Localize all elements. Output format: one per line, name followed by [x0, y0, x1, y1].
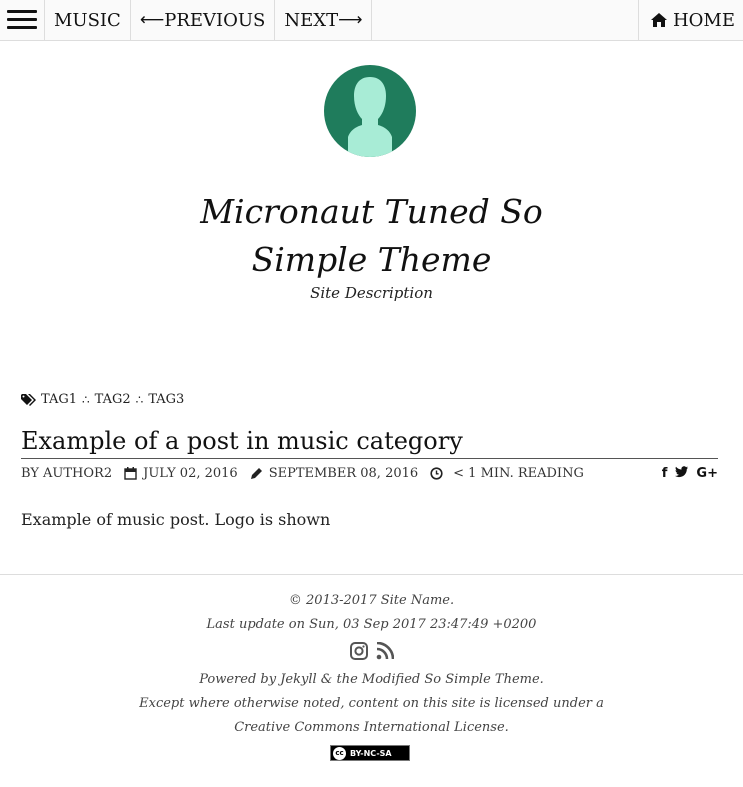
- creative-commons-icon: cc: [333, 746, 346, 760]
- home-icon: [650, 13, 667, 27]
- post-author[interactable]: BY AUTHOR2: [21, 466, 112, 481]
- footer-license-line2[interactable]: Creative Commons International License.: [0, 720, 743, 735]
- footer-divider: [0, 574, 743, 575]
- reading-label: < 1 MIN. READING: [453, 466, 584, 481]
- tag-link[interactable]: TAG2: [95, 392, 131, 407]
- post-reading-time: < 1 MIN. READING: [430, 466, 584, 481]
- tag-link[interactable]: TAG3: [148, 392, 184, 407]
- post-title[interactable]: Example of a post in music category: [21, 427, 718, 459]
- site-title[interactable]: Micronaut Tuned So Simple Theme: [0, 188, 743, 284]
- previous-label: PREVIOUS: [164, 9, 266, 31]
- site-logo-avatar[interactable]: [324, 65, 416, 157]
- person-silhouette-icon: [348, 77, 392, 157]
- hamburger-icon: [7, 10, 37, 30]
- instagram-icon[interactable]: [349, 642, 368, 660]
- home-link[interactable]: HOME: [637, 0, 743, 40]
- post-tags: TAG1 ∴ TAG2 ∴ TAG3: [21, 392, 184, 407]
- tag-separator: ∴: [82, 392, 90, 407]
- cc-license-badge[interactable]: cc BY-NC-SA: [330, 745, 410, 761]
- updated-label: SEPTEMBER 08, 2016: [268, 466, 419, 481]
- site-title-line1: Micronaut Tuned So: [200, 192, 543, 231]
- badge-text: BY-NC-SA: [350, 748, 392, 758]
- footer-last-update: Last update on Sun, 03 Sep 2017 23:47:49…: [206, 617, 537, 632]
- clock-icon: [430, 467, 443, 480]
- tags-icon: [21, 393, 36, 406]
- site-description: Site Description: [310, 284, 433, 302]
- post-published-date: JULY 02, 2016: [124, 466, 238, 481]
- category-link[interactable]: MUSIC: [45, 0, 131, 40]
- next-label: NEXT: [284, 9, 339, 31]
- next-link[interactable]: NEXT ⟶: [275, 0, 373, 40]
- footer-license-line1: Except where otherwise noted, content on…: [139, 696, 604, 711]
- site-title-line2: Simple Theme: [251, 240, 492, 279]
- tag-link[interactable]: TAG1: [41, 392, 77, 407]
- post-meta: BY AUTHOR2 JULY 02, 2016 SEPTEMBER 08, 2…: [21, 466, 718, 481]
- rss-icon[interactable]: [376, 642, 394, 660]
- post-updated-date: SEPTEMBER 08, 2016: [250, 466, 418, 481]
- social-links: [0, 642, 743, 660]
- twitter-icon[interactable]: [675, 466, 689, 478]
- calendar-icon: [124, 467, 137, 480]
- share-links: f G+: [662, 466, 718, 481]
- top-navigation: MUSIC ⟵ PREVIOUS NEXT ⟶ HOME: [0, 0, 743, 41]
- pencil-icon: [250, 468, 262, 479]
- tag-separator: ∴: [135, 392, 144, 407]
- facebook-icon[interactable]: f: [662, 466, 668, 481]
- menu-button[interactable]: [0, 0, 45, 40]
- arrow-right-icon: ⟶: [338, 10, 363, 30]
- published-label: JULY 02, 2016: [143, 466, 238, 481]
- footer-powered-by[interactable]: Powered by Jekyll & the Modified So Simp…: [0, 672, 743, 687]
- home-label: HOME: [672, 9, 735, 31]
- post-body: Example of music post. Logo is shown: [21, 510, 331, 529]
- footer-copyright: © 2013-2017 Site Name.: [288, 593, 455, 608]
- google-plus-icon[interactable]: G+: [696, 466, 718, 481]
- arrow-left-icon: ⟵: [139, 10, 165, 30]
- previous-link[interactable]: ⟵ PREVIOUS: [131, 0, 276, 40]
- author-label: BY AUTHOR2: [21, 466, 113, 481]
- category-label: MUSIC: [54, 9, 121, 31]
